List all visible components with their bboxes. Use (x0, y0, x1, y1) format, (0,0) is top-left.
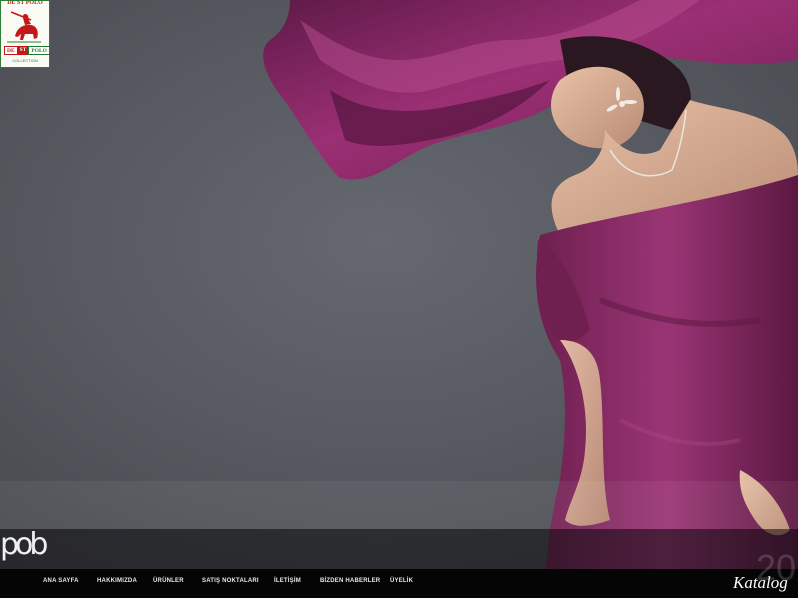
logo-badge: DE ST POLO (4, 46, 49, 55)
nav-satis-noktalari[interactable]: SATIŞ NOKTALARI (202, 569, 259, 593)
brand-wordmark[interactable]: pob (0, 528, 48, 562)
logo-badge-polo: POLO (28, 46, 49, 55)
katalog-link[interactable]: Katalog (733, 573, 788, 593)
hero-banner: DE ST POLO DE ST POLO COLLECTION pob ANA… (0, 0, 798, 598)
nav-ana-sayfa[interactable]: ANA SAYFA (43, 569, 79, 593)
brand-logo[interactable]: DE ST POLO DE ST POLO COLLECTION (0, 0, 50, 68)
nav-iletisim[interactable]: İLETİŞİM (274, 569, 301, 593)
logo-subtitle: COLLECTION (12, 58, 38, 63)
main-nav: ANA SAYFA HAKKIMIZDA ÜRÜNLER SATIŞ NOKTA… (0, 569, 798, 598)
overlay-band (0, 481, 798, 529)
nav-urunler[interactable]: ÜRÜNLER (153, 569, 184, 593)
logo-badge-de: DE (4, 46, 18, 55)
nav-bizden-haberler[interactable]: BİZDEN HABERLER (320, 569, 380, 593)
logo-badge-st: ST (17, 46, 29, 55)
nav-hakkimizda[interactable]: HAKKIMIZDA (97, 569, 137, 593)
nav-uyelik[interactable]: ÜYELİK (390, 569, 413, 593)
face (551, 66, 644, 149)
brand-band (0, 529, 798, 569)
polo-player-icon (7, 11, 41, 43)
